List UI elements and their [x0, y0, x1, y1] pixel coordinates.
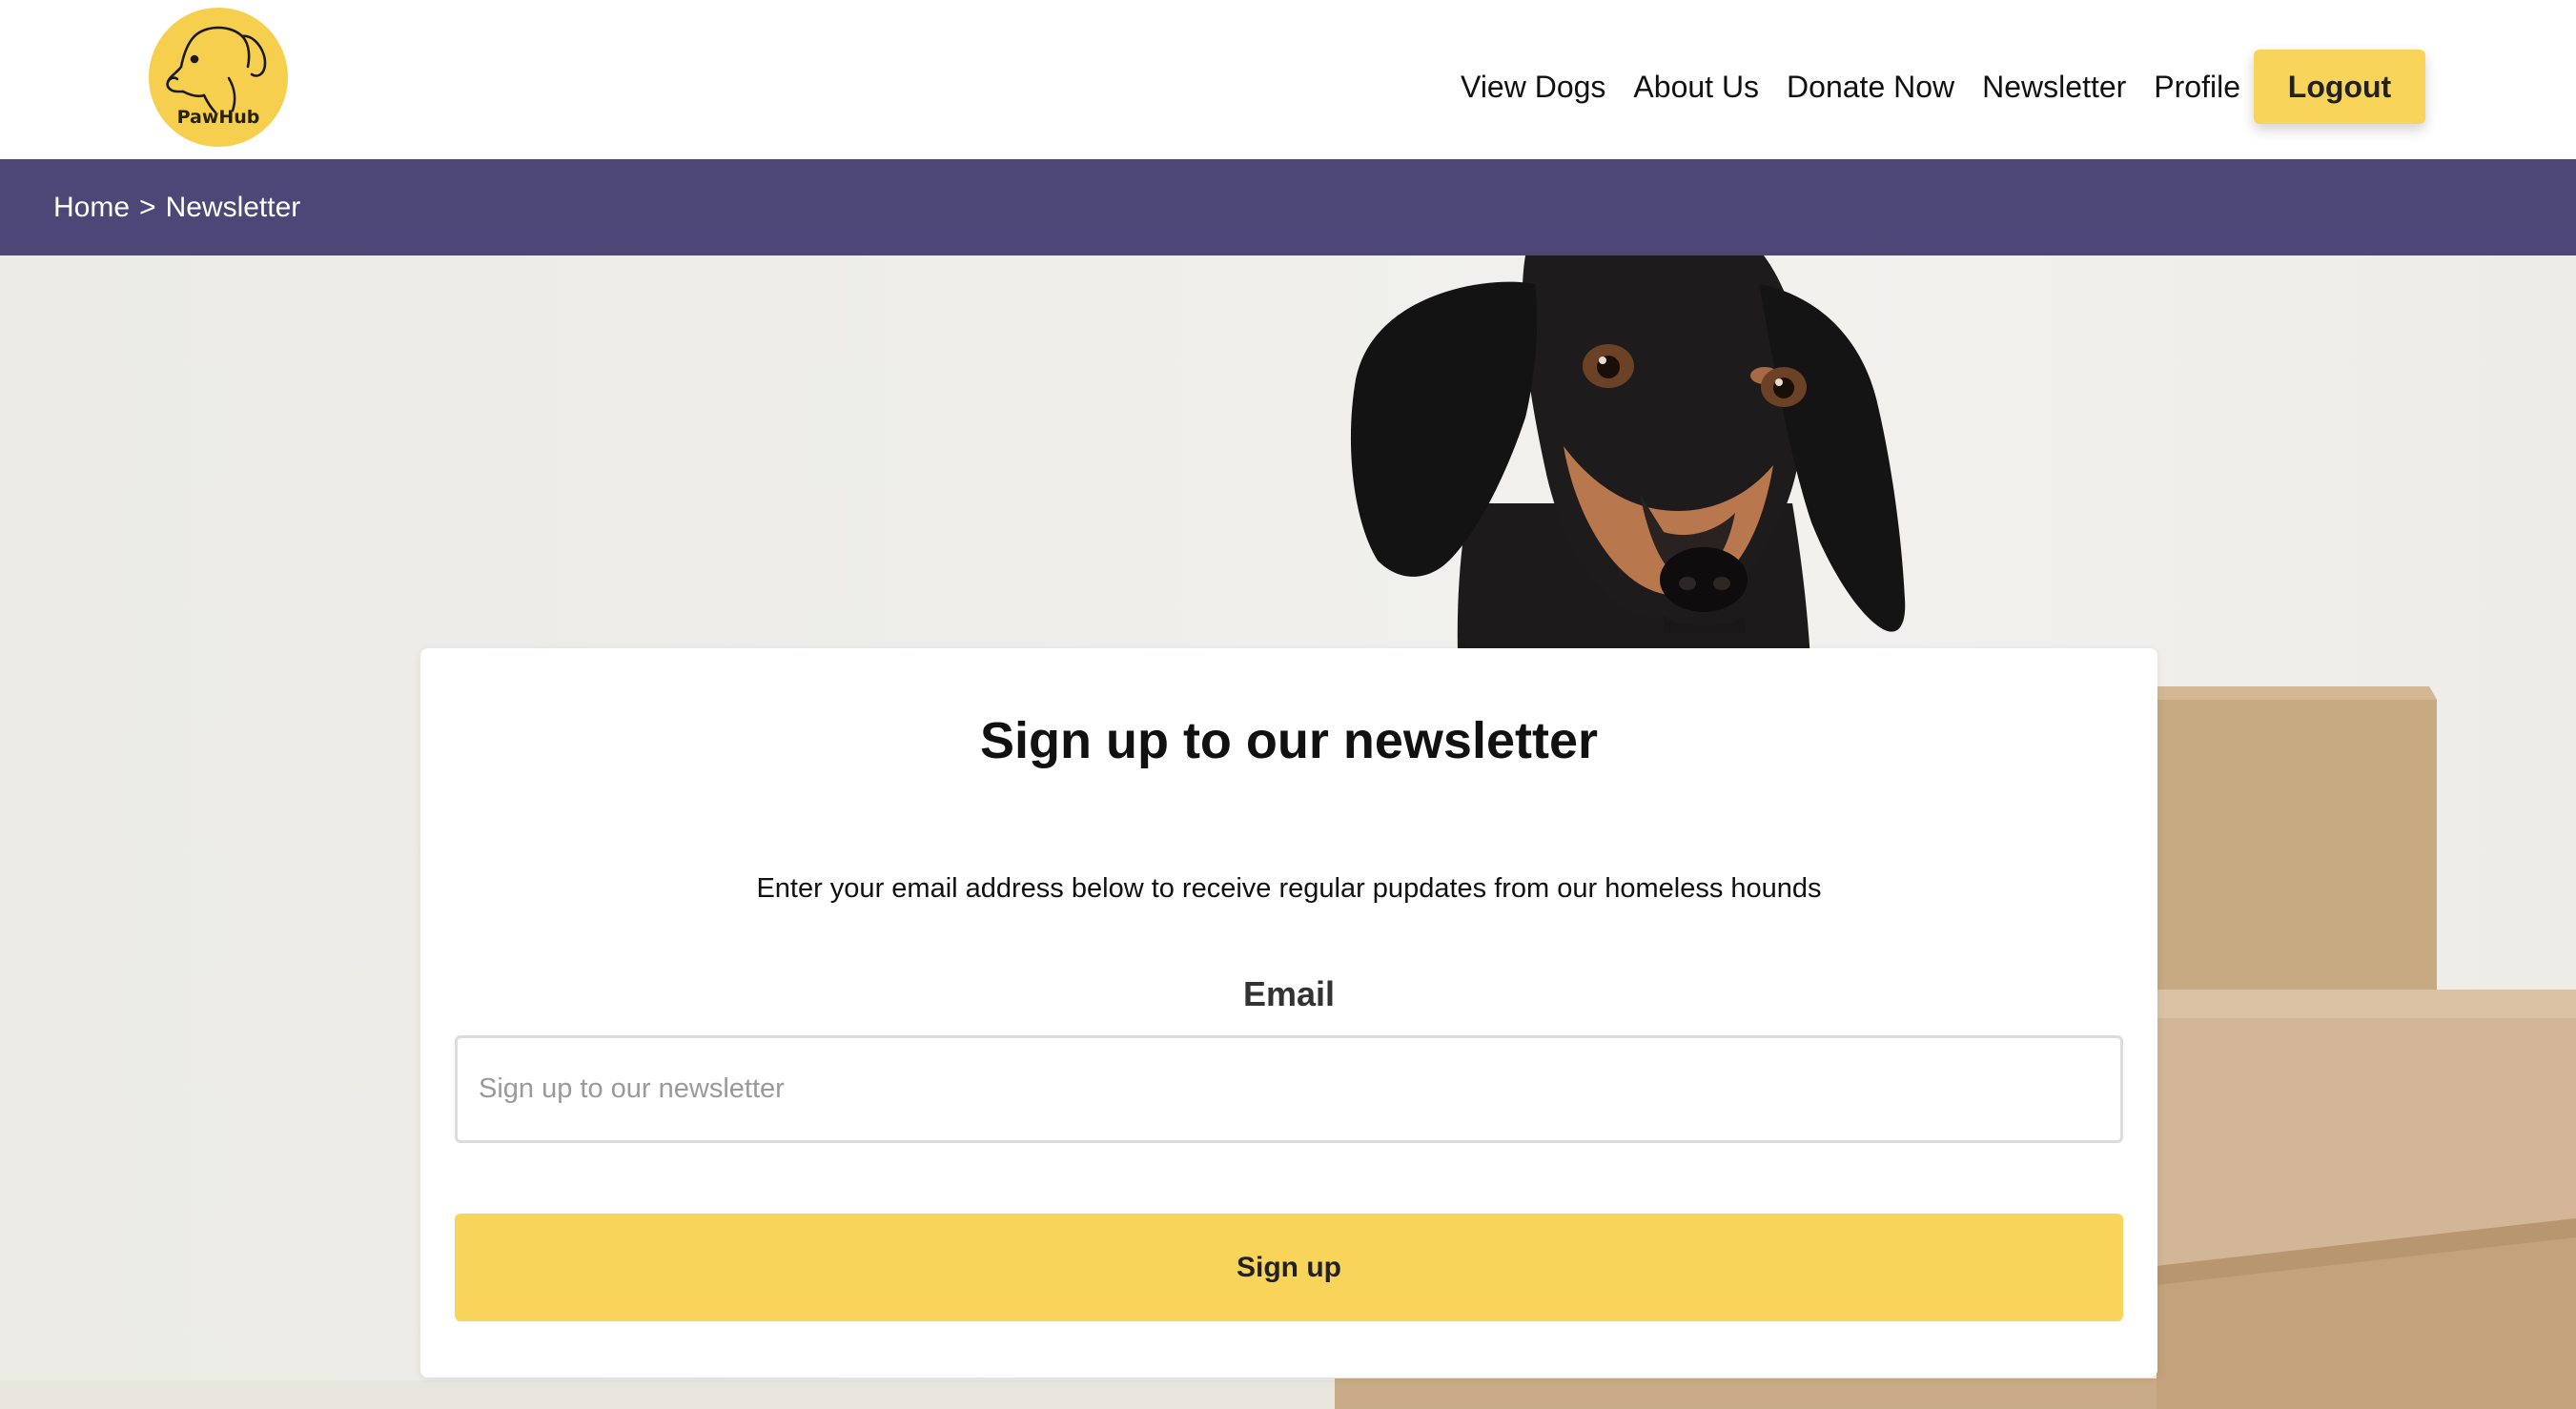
breadcrumb-bar: Home > Newsletter: [0, 159, 2576, 255]
signup-button[interactable]: Sign up: [455, 1214, 2123, 1321]
nav-newsletter[interactable]: Newsletter: [1982, 50, 2126, 124]
breadcrumb-current: Newsletter: [165, 191, 301, 223]
logo-text: PawHub: [176, 107, 260, 128]
email-input[interactable]: [455, 1035, 2123, 1143]
newsletter-description: Enter your email address below to receiv…: [756, 873, 1822, 904]
breadcrumb-home[interactable]: Home: [53, 192, 130, 223]
nav-view-dogs[interactable]: View Dogs: [1461, 50, 1605, 124]
breadcrumb-separator: >: [139, 191, 156, 223]
newsletter-card: Sign up to our newsletter Enter your ema…: [420, 648, 2157, 1378]
email-label: Email: [1242, 974, 1336, 1013]
nav-about-us[interactable]: About Us: [1633, 50, 1759, 124]
logout-button[interactable]: Logout: [2254, 50, 2425, 124]
main-nav: View Dogs About Us Donate Now Newsletter…: [1461, 50, 2425, 124]
site-header: PawHub View Dogs About Us Donate Now New…: [0, 0, 2576, 159]
nav-profile[interactable]: Profile: [2154, 50, 2240, 124]
pawhub-logo[interactable]: PawHub: [149, 8, 288, 147]
breadcrumb: Home > Newsletter: [53, 192, 300, 224]
nav-donate-now[interactable]: Donate Now: [1787, 50, 1954, 124]
page: PawHub View Dogs About Us Donate Now New…: [0, 0, 2576, 1409]
newsletter-title: Sign up to our newsletter: [979, 712, 1599, 769]
